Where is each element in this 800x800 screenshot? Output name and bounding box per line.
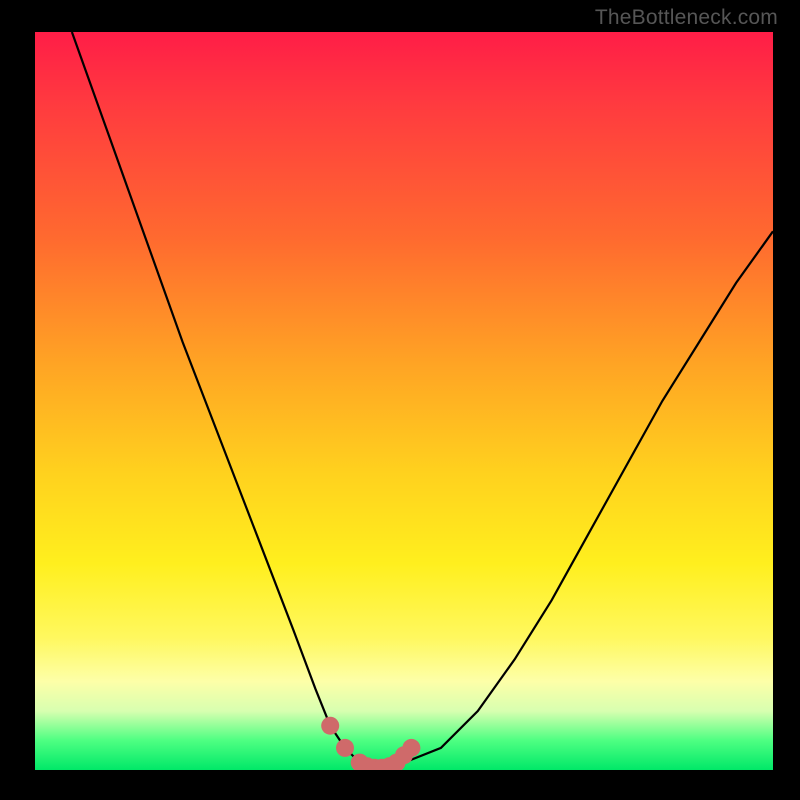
marker-dot <box>402 739 420 757</box>
optimal-range-markers <box>321 717 420 770</box>
bottleneck-curve-path <box>72 32 773 770</box>
plot-area <box>35 32 773 770</box>
marker-dot <box>336 739 354 757</box>
marker-dot <box>321 717 339 735</box>
watermark-text: TheBottleneck.com <box>595 6 778 30</box>
bottleneck-curve-svg <box>35 32 773 770</box>
chart-frame: TheBottleneck.com <box>0 0 800 800</box>
